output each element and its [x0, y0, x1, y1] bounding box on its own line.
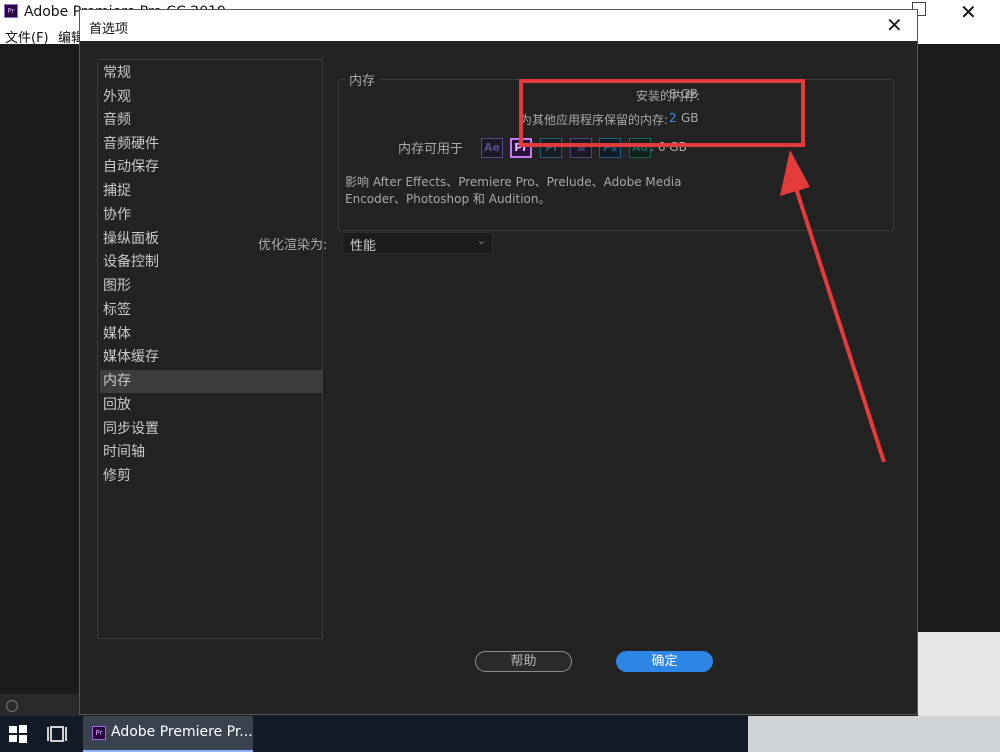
taskbar-premiere-button[interactable]: Pr Adobe Premiere Pr... — [83, 716, 253, 752]
task-view-icon[interactable] — [46, 724, 68, 744]
taskbar: Pr Adobe Premiere Pr... — [0, 716, 1000, 752]
premiere-logo-icon: Pr — [92, 726, 106, 740]
windows-start-icon[interactable] — [8, 724, 28, 744]
taskbar-app-label: Adobe Premiere Pr... — [111, 724, 253, 740]
taskbar-tray — [748, 716, 1000, 752]
annotation-arrow — [780, 150, 886, 463]
